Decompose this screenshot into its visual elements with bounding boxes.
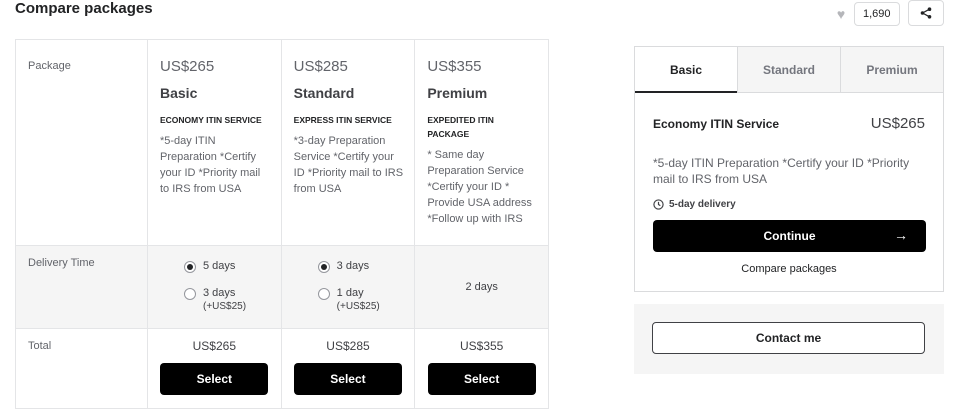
page-title: Compare packages: [15, 0, 153, 17]
delivery-premium: 2 days: [414, 245, 549, 329]
tab-basic[interactable]: Basic: [635, 47, 737, 93]
total-price: US$265: [192, 339, 237, 353]
delivery-option-label: 3 days: [336, 260, 370, 272]
package-price: US$285: [293, 58, 348, 75]
clock-icon: [653, 199, 664, 210]
radio-unselected[interactable]: [184, 288, 196, 300]
delivery-text: 2 days: [465, 281, 498, 293]
package-name: Premium: [427, 85, 488, 101]
package-premium: US$355 Premium EXPEDITED ITIN PACKAGE * …: [414, 39, 549, 246]
package-description: *5-day ITIN Preparation *Certify your ID…: [160, 135, 261, 195]
delivery-info: 5-day delivery: [653, 199, 925, 210]
total-basic: US$265 Select: [147, 328, 282, 409]
total-price: US$285: [326, 339, 370, 353]
delivery-option[interactable]: 3 days (+US$25): [184, 287, 281, 312]
delivery-option[interactable]: 5 days: [184, 260, 281, 273]
delivery-option-label: 1 day: [336, 287, 364, 299]
delivery-extra-cost: (+US$25): [203, 301, 247, 312]
share-button[interactable]: [908, 0, 944, 26]
package-tabs: Basic Standard Premium: [635, 47, 943, 93]
heart-icon[interactable]: ♥: [832, 5, 850, 23]
radio-selected[interactable]: [317, 261, 330, 273]
package-name: Basic: [160, 85, 198, 101]
contact-me-button[interactable]: Contact me: [652, 322, 925, 354]
package-subtitle: EXPRESS ITIN SERVICE: [293, 115, 392, 125]
delivery-extra-cost: (+US$25): [336, 301, 380, 312]
compare-table: Package US$265 Basic ECONOMY ITIN SERVIC…: [15, 39, 549, 409]
package-price: US$355: [427, 58, 482, 75]
likes-count: 1,690: [854, 2, 900, 26]
package-price: US$265: [160, 58, 215, 75]
total-premium: US$355 Select: [414, 328, 549, 409]
total-standard: US$285 Select: [280, 328, 416, 409]
package-row: Package US$265 Basic ECONOMY ITIN SERVIC…: [15, 39, 549, 246]
package-subtitle: ECONOMY ITIN SERVICE: [160, 115, 262, 125]
select-standard-button[interactable]: Select: [293, 363, 402, 395]
row-label-delivery: Delivery Time: [15, 245, 148, 329]
contact-section: Contact me: [634, 304, 944, 374]
row-label-package: Package: [15, 39, 148, 246]
delivery-option-label: 3 days: [203, 287, 236, 299]
tab-premium[interactable]: Premium: [840, 47, 943, 92]
select-premium-button[interactable]: Select: [427, 363, 536, 395]
delivery-option[interactable]: 1 day (+US$25): [317, 287, 415, 312]
delivery-basic: 5 days 3 days (+US$25): [147, 245, 282, 329]
radio-selected[interactable]: [184, 261, 196, 273]
compare-packages-link[interactable]: Compare packages: [653, 263, 925, 275]
likes-group[interactable]: ♥ 1,690: [832, 2, 900, 26]
service-name: Economy ITIN Service: [653, 116, 780, 131]
delivery-standard: 3 days 1 day (+US$25): [280, 245, 416, 329]
total-row: Total US$265 Select US$285 Select US$355…: [15, 328, 549, 409]
delivery-option-label: 5 days: [203, 260, 236, 272]
select-basic-button[interactable]: Select: [160, 363, 269, 395]
package-description: * Same day Preparation Service *Certify …: [427, 149, 532, 225]
arrow-right-icon: →: [894, 227, 908, 243]
radio-unselected[interactable]: [317, 288, 330, 300]
package-name: Standard: [293, 85, 355, 101]
share-icon: [920, 7, 932, 19]
delivery-row: Delivery Time 5 days 3 days (+US$25) 3 da…: [15, 245, 549, 329]
service-description: *5-day ITIN Preparation *Certify your ID…: [653, 156, 910, 186]
continue-label: Continue: [763, 229, 816, 243]
package-basic: US$265 Basic ECONOMY ITIN SERVICE *5-day…: [147, 39, 282, 246]
continue-button[interactable]: Continue →: [653, 220, 926, 252]
total-price: US$355: [459, 339, 504, 353]
package-panel: Basic Standard Premium Economy ITIN Serv…: [634, 46, 944, 292]
package-description: *3-day Preparation Service *Certify your…: [293, 135, 404, 195]
delivery-label: 5-day delivery: [669, 199, 736, 210]
delivery-option[interactable]: 3 days: [317, 260, 415, 273]
service-price: US$265: [870, 115, 925, 132]
package-subtitle: EXPEDITED ITIN PACKAGE: [427, 115, 494, 139]
tab-standard[interactable]: Standard: [737, 47, 840, 92]
package-standard: US$285 Standard EXPRESS ITIN SERVICE *3-…: [280, 39, 416, 246]
row-label-total: Total: [15, 328, 148, 409]
